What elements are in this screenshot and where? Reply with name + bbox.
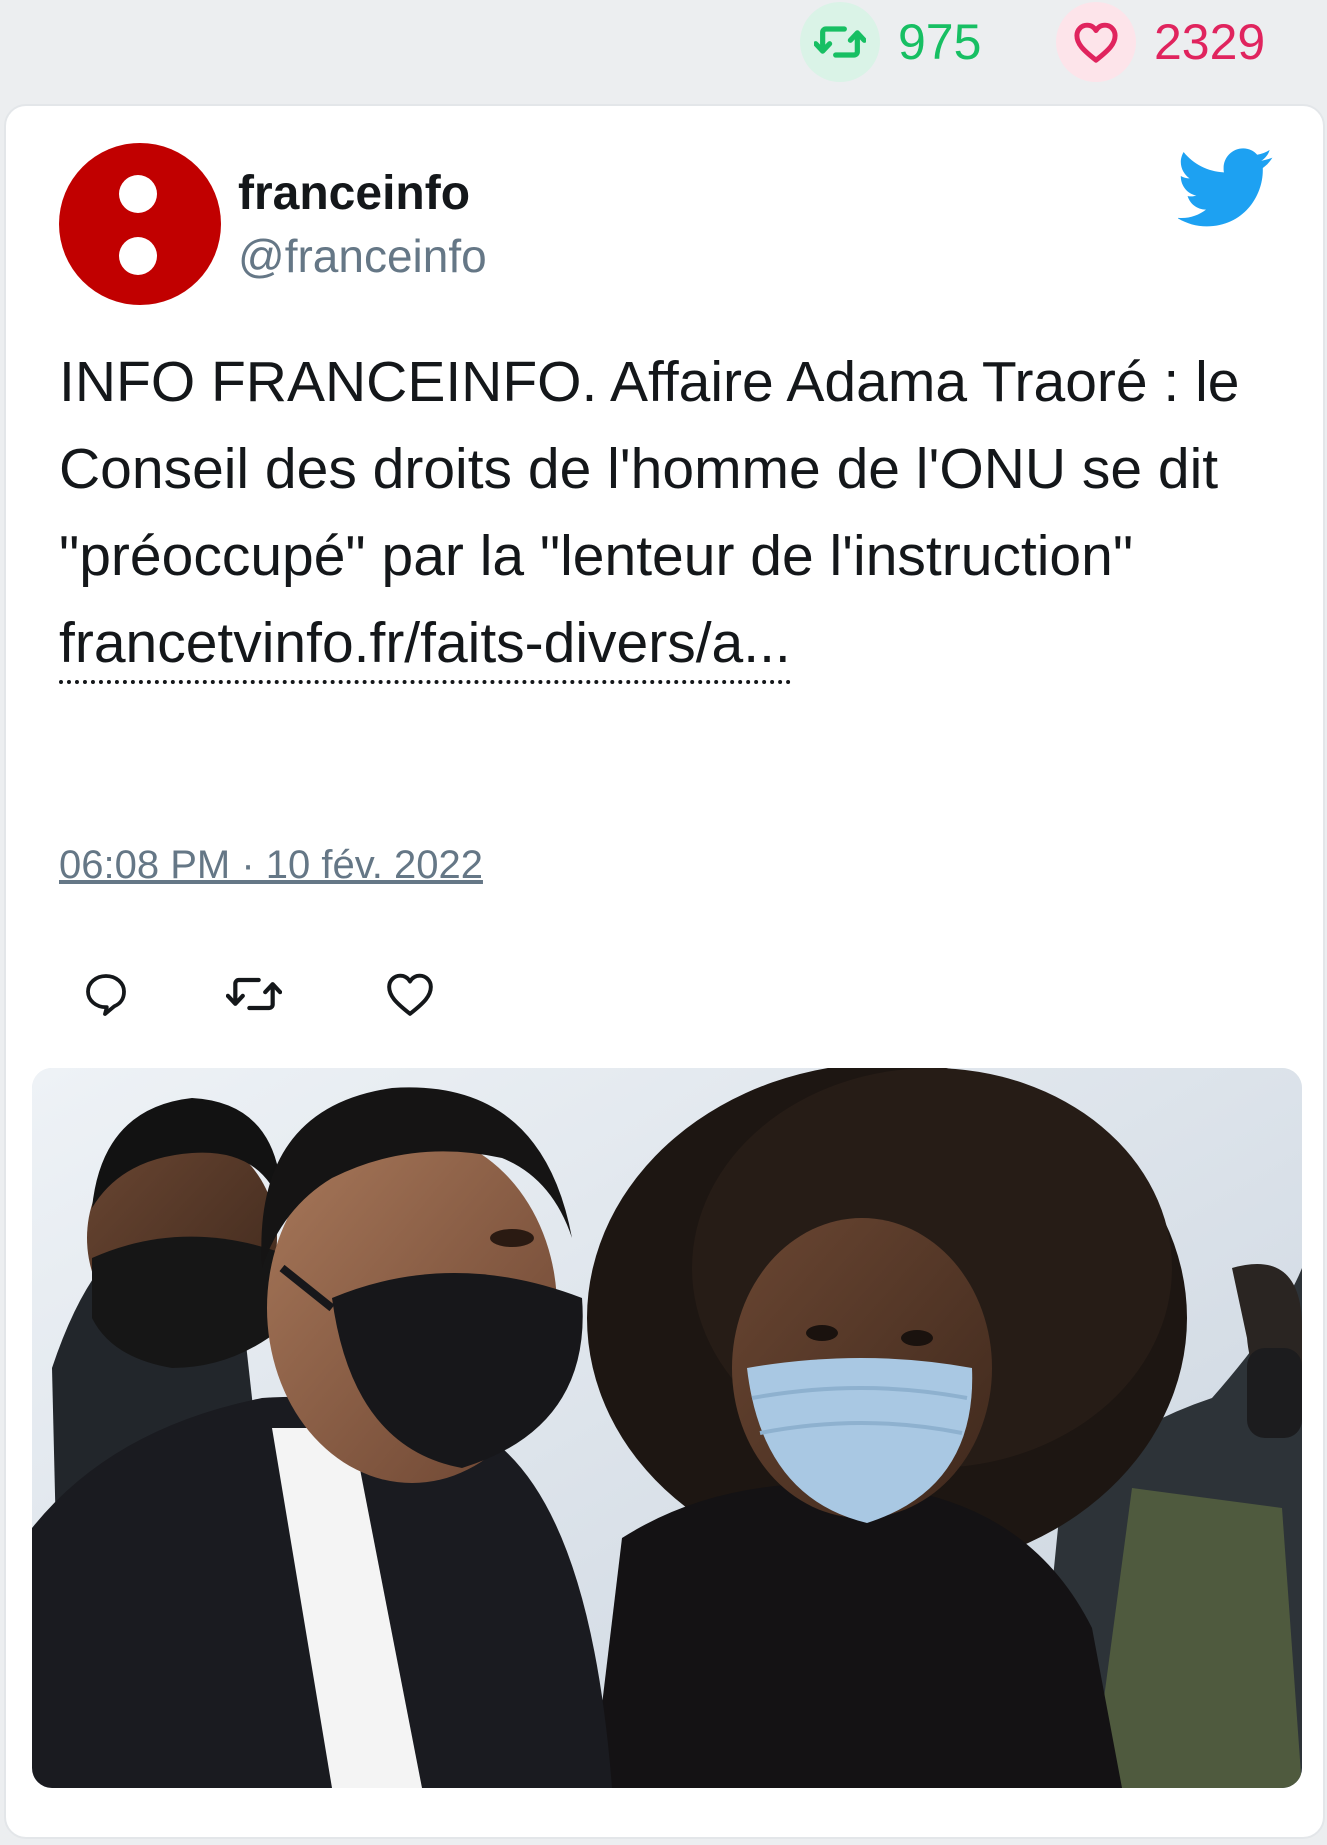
avatar-logo-dot — [119, 175, 157, 213]
retweet-stat[interactable]: 975 — [800, 2, 981, 82]
like-count: 2329 — [1154, 14, 1266, 70]
photo-illustration — [32, 1068, 1302, 1788]
tweet-card: franceinfo @franceinfo INFO FRANCEINFO. … — [4, 104, 1325, 1839]
author-handle[interactable]: @franceinfo — [238, 231, 487, 282]
avatar-logo-dot — [119, 237, 157, 275]
tweet-media-photo[interactable] — [32, 1068, 1302, 1788]
tweet-timestamp[interactable]: 06:08 PM · 10 fév. 2022 — [59, 843, 483, 887]
twitter-bird-icon[interactable] — [1178, 148, 1274, 228]
tweet-text: INFO FRANCEINFO. Affaire Adama Traoré : … — [59, 350, 1240, 588]
avatar[interactable] — [59, 143, 221, 305]
retweet-icon — [800, 2, 880, 82]
tweet-link[interactable]: francetvinfo.fr/faits-divers/a... — [59, 606, 791, 684]
tweet-body: INFO FRANCEINFO. Affaire Adama Traoré : … — [59, 339, 1289, 687]
reply-icon[interactable] — [78, 966, 134, 1022]
author-display-name[interactable]: franceinfo — [238, 167, 470, 221]
heart-icon — [1056, 2, 1136, 82]
like-icon[interactable] — [382, 966, 438, 1022]
engagement-stats: 975 2329 — [0, 0, 1327, 100]
like-stat[interactable]: 2329 — [1056, 2, 1265, 82]
retweet-count: 975 — [898, 14, 982, 70]
retweet-icon[interactable] — [226, 966, 282, 1022]
